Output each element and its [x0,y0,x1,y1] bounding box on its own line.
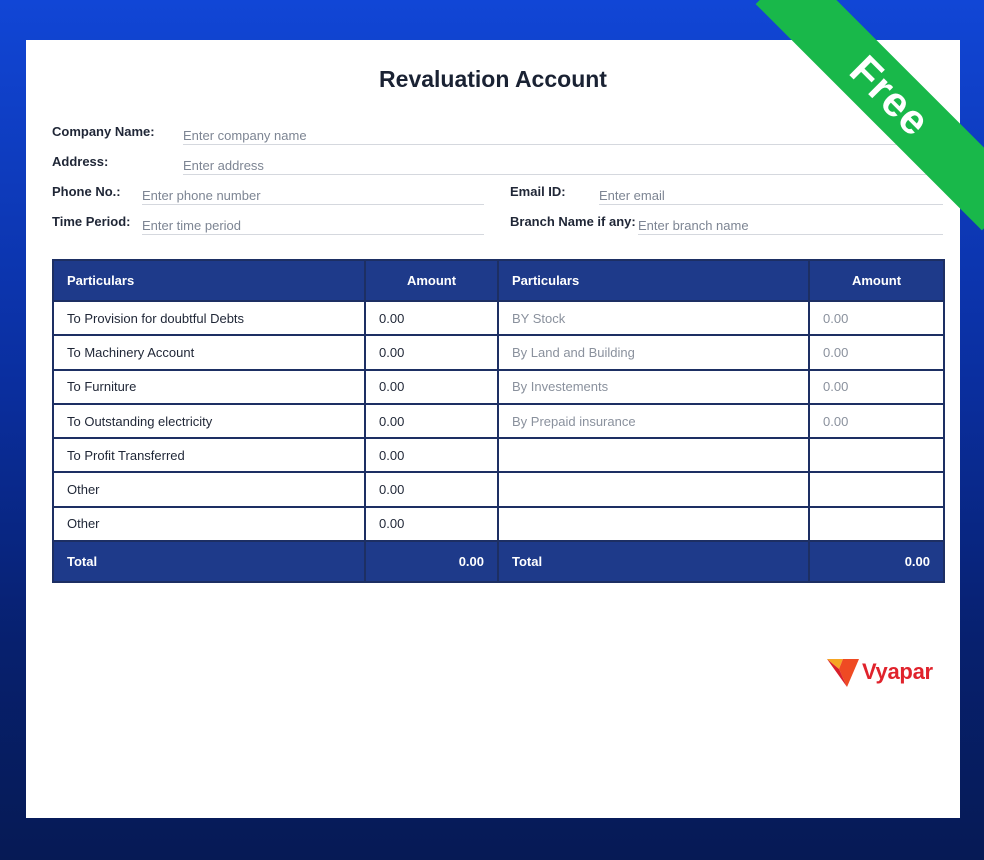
period-label: Time Period: [52,214,131,229]
total-amount-right: 0.00 [808,540,945,584]
credit-particular-cell[interactable] [497,437,810,474]
debit-particular-cell[interactable]: To Provision for doubtful Debts [52,299,366,337]
credit-particular-cell[interactable]: By Land and Building [497,334,810,371]
table-row: To Outstanding electricity 0.00 By Prepa… [52,402,945,440]
credit-particular-cell[interactable]: By Prepaid insurance [497,402,810,440]
debit-particular-cell[interactable]: Other [52,505,366,543]
email-label: Email ID: [510,184,566,199]
debit-particular-cell[interactable]: Other [52,471,366,508]
phone-input[interactable]: Enter phone number [142,182,484,205]
header-particulars-left: Particulars [52,259,366,302]
table-total-row: Total 0.00 Total 0.00 [52,540,945,584]
table-row: Other 0.00 [52,505,945,543]
debit-amount-cell[interactable]: 0.00 [364,334,499,371]
company-label: Company Name: [52,124,155,139]
debit-particular-cell[interactable]: To Outstanding electricity [52,402,366,440]
table-header-row: Particulars Amount Particulars Amount [52,259,945,302]
table-row: To Provision for doubtful Debts 0.00 BY … [52,299,945,337]
header-amount-right: Amount [808,259,945,302]
address-label: Address: [52,154,109,169]
free-ribbon: Free [734,0,984,250]
debit-particular-cell[interactable]: To Machinery Account [52,334,366,371]
credit-amount-cell[interactable]: 0.00 [808,402,945,440]
debit-amount-cell[interactable]: 0.00 [364,368,499,405]
credit-amount-cell[interactable] [808,437,945,474]
table-row: To Profit Transferred 0.00 [52,437,945,474]
total-label-right: Total [497,540,810,584]
revaluation-table: Particulars Amount Particulars Amount To… [52,259,945,584]
debit-amount-cell[interactable]: 0.00 [364,471,499,508]
vyapar-logo-text: Vyapar [862,659,933,684]
period-input[interactable]: Enter time period [142,212,484,235]
credit-amount-cell[interactable]: 0.00 [808,368,945,405]
credit-amount-cell[interactable]: 0.00 [808,299,945,337]
phone-field: Phone No.: Enter phone number [52,182,484,205]
period-field: Time Period: Enter time period [52,212,484,235]
total-amount-left: 0.00 [364,540,499,584]
credit-particular-cell[interactable]: BY Stock [497,299,810,337]
vyapar-logo-icon [827,659,859,687]
debit-amount-cell[interactable]: 0.00 [364,402,499,440]
free-badge: Free [755,0,984,231]
debit-amount-cell[interactable]: 0.00 [364,437,499,474]
debit-particular-cell[interactable]: To Furniture [52,368,366,405]
branch-label: Branch Name if any: [510,214,636,229]
vyapar-logo: Vyapar [826,655,933,689]
credit-amount-cell[interactable]: 0.00 [808,334,945,371]
credit-amount-cell[interactable] [808,505,945,543]
debit-particular-cell[interactable]: To Profit Transferred [52,437,366,474]
credit-particular-cell[interactable]: By Investements [497,368,810,405]
credit-particular-cell[interactable] [497,471,810,508]
table-row: To Machinery Account 0.00 By Land and Bu… [52,334,945,371]
header-amount-left: Amount [364,259,499,302]
debit-amount-cell[interactable]: 0.00 [364,299,499,337]
phone-label: Phone No.: [52,184,121,199]
debit-amount-cell[interactable]: 0.00 [364,505,499,543]
credit-particular-cell[interactable] [497,505,810,543]
table-row: To Furniture 0.00 By Investements 0.00 [52,368,945,405]
table-row: Other 0.00 [52,471,945,508]
credit-amount-cell[interactable] [808,471,945,508]
total-label-left: Total [52,540,366,584]
header-particulars-right: Particulars [497,259,810,302]
